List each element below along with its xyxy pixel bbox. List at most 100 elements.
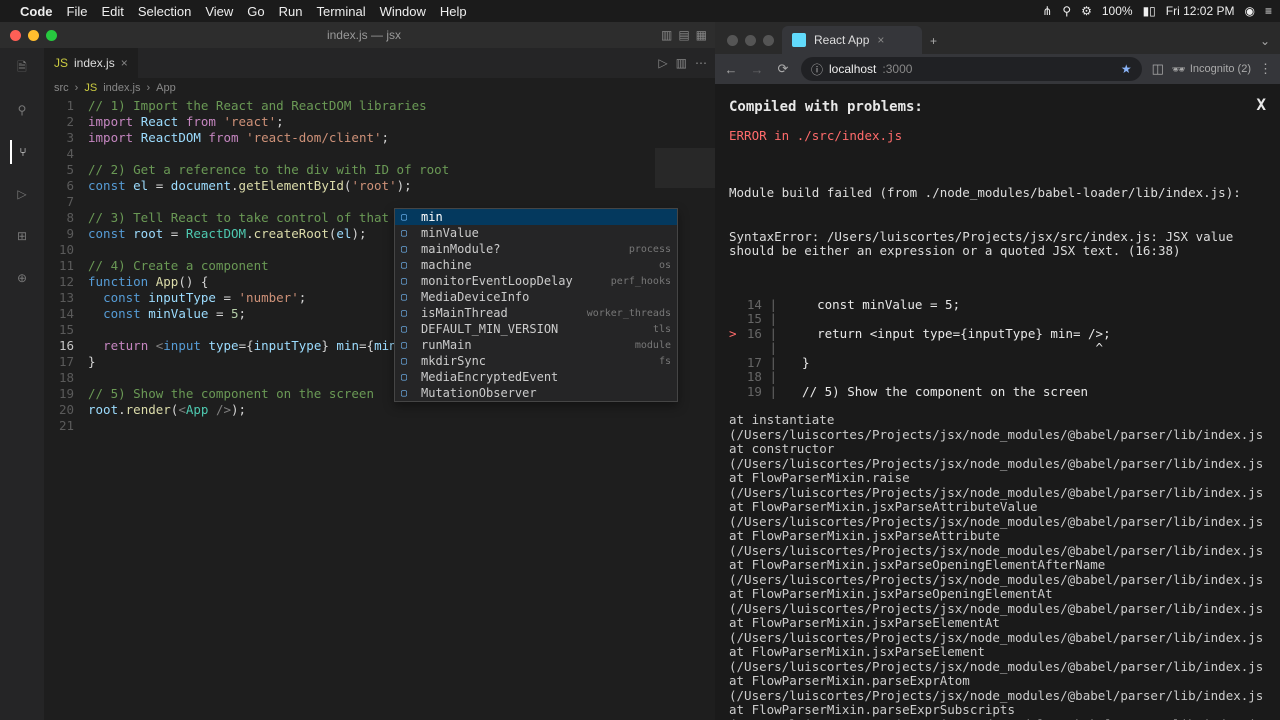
window-close-button[interactable] [10, 30, 21, 41]
react-favicon-icon [792, 33, 806, 47]
code-line[interactable]: 21 [44, 418, 715, 434]
vscode-window-title: index.js — jsx [67, 28, 661, 42]
stack-line: at FlowParserMixin.parseExprAtom [729, 674, 1266, 689]
autocomplete-item[interactable]: ▢mkdirSyncfs [395, 353, 677, 369]
code-line[interactable]: 4 [44, 146, 715, 162]
error-message-1: Module build failed (from ./node_modules… [729, 186, 1266, 201]
bookmark-icon[interactable]: ★ [1121, 62, 1132, 76]
menubar-app-name[interactable]: Code [20, 4, 53, 19]
extensions-icon[interactable]: ◫ [1152, 61, 1164, 77]
new-tab-button[interactable]: + [922, 34, 945, 54]
run-debug-icon[interactable]: ▷ [10, 182, 34, 206]
error-code-frame: 14 | const minValue = 5;15 |>16 | return… [729, 298, 1266, 400]
stack-line: (/Users/luiscortes/Projects/jsx/node_mod… [729, 515, 1266, 530]
stack-line: (/Users/luiscortes/Projects/jsx/node_mod… [729, 544, 1266, 559]
window-close-button[interactable] [727, 35, 738, 46]
breadcrumb[interactable]: src› JS index.js› App [44, 78, 715, 98]
url-path: :3000 [882, 62, 912, 76]
window-zoom-button[interactable] [763, 35, 774, 46]
stack-line: (/Users/luiscortes/Projects/jsx/node_mod… [729, 660, 1266, 675]
menubar-item[interactable]: Run [279, 4, 303, 19]
split-editor-icon[interactable]: ▥ [676, 56, 687, 70]
autocomplete-item[interactable]: ▢runMainmodule [395, 337, 677, 353]
incognito-badge[interactable]: 🕶 Incognito (2) [1172, 63, 1251, 76]
clock[interactable]: Fri 12:02 PM [1166, 4, 1235, 18]
battery-icon: ▮▯ [1143, 4, 1156, 18]
window-minimize-button[interactable] [745, 35, 756, 46]
explorer-icon[interactable]: 🗎 [10, 56, 34, 80]
layout-panel-icon[interactable]: ▥ [661, 28, 672, 42]
code-line[interactable]: 2import React from 'react'; [44, 114, 715, 130]
breadcrumb-segment[interactable]: index.js [103, 82, 140, 94]
code-line[interactable]: 5// 2) Get a reference to the div with I… [44, 162, 715, 178]
autocomplete-item[interactable]: ▢MediaDeviceInfo [395, 289, 677, 305]
code-line[interactable]: 6const el = document.getElementById('roo… [44, 178, 715, 194]
autocomplete-item[interactable]: ▢MediaEncryptedEvent [395, 369, 677, 385]
more-icon[interactable]: ⋯ [695, 56, 707, 70]
run-icon[interactable]: ▷ [658, 56, 667, 70]
code-line[interactable]: 20root.render(<App />); [44, 402, 715, 418]
error-message-2: SyntaxError: /Users/luiscortes/Projects/… [729, 230, 1266, 259]
window-minimize-button[interactable] [28, 30, 39, 41]
autocomplete-item[interactable]: ▢mainModule?process [395, 241, 677, 257]
error-title: Compiled with problems: [729, 100, 1266, 115]
stack-line: at FlowParserMixin.jsxParseElementAt [729, 616, 1266, 631]
stack-line: (/Users/luiscortes/Projects/jsx/node_mod… [729, 631, 1266, 646]
vscode-window: index.js — jsx ▥ ▤ ▦ 🗎 ⚲ ⑂ ▷ ⊞ ⊕ JS in [0, 22, 715, 720]
autocomplete-popup[interactable]: ▢min▢minValue▢mainModule?process▢machine… [394, 208, 678, 402]
menu-icon[interactable]: ⋮ [1259, 61, 1272, 77]
reload-button[interactable]: ⟳ [775, 61, 791, 77]
close-icon[interactable]: X [1256, 98, 1266, 113]
breadcrumb-segment[interactable]: src [54, 82, 69, 94]
layout-right-icon[interactable]: ▦ [696, 28, 707, 42]
macos-menubar: Code File Edit Selection View Go Run Terminal W… [0, 0, 1280, 22]
extensions-icon[interactable]: ⊞ [10, 224, 34, 248]
autocomplete-item[interactable]: ▢monitorEventLoopDelayperf_hooks [395, 273, 677, 289]
autocomplete-item[interactable]: ▢MutationObserver [395, 385, 677, 401]
menubar-item[interactable]: View [205, 4, 233, 19]
code-editor[interactable]: 1// 1) Import the React and ReactDOM lib… [44, 98, 715, 720]
wifi-icon[interactable]: ⋔ [1042, 4, 1052, 18]
spotlight-icon[interactable]: ⚲ [1062, 4, 1071, 18]
menubar-item[interactable]: Help [440, 4, 467, 19]
menubar-item[interactable]: File [67, 4, 88, 19]
autocomplete-item[interactable]: ▢min [395, 209, 677, 225]
editor-area: JS index.js × ▷ ▥ ⋯ src› JS index.js› Ap… [44, 48, 715, 720]
stack-line: at FlowParserMixin.parseExprSubscripts [729, 703, 1266, 718]
code-line[interactable]: 1// 1) Import the React and ReactDOM lib… [44, 98, 715, 114]
code-line[interactable]: 3import ReactDOM from 'react-dom/client'… [44, 130, 715, 146]
menubar-item[interactable]: Edit [101, 4, 123, 19]
address-bar[interactable]: ⓘ localhost:3000 ★ [801, 57, 1142, 81]
control-center-icon[interactable]: ⚙ [1081, 4, 1092, 18]
site-info-icon[interactable]: ⓘ [811, 61, 823, 78]
breadcrumb-segment[interactable]: App [156, 82, 176, 94]
stack-line: at FlowParserMixin.raise [729, 471, 1266, 486]
editor-tab[interactable]: JS index.js × [44, 48, 138, 78]
menubar-item[interactable]: Selection [138, 4, 191, 19]
tab-list-button[interactable]: ⌄ [1250, 34, 1280, 54]
siri-icon[interactable]: ≡ [1265, 4, 1272, 18]
menubar-item[interactable]: Window [380, 4, 426, 19]
back-button[interactable]: ← [723, 62, 739, 77]
remote-icon[interactable]: ⊕ [10, 266, 34, 290]
browser-window: React App × + ⌄ ← → ⟳ ⓘ localhost:3000 ★… [715, 22, 1280, 720]
layout-sidebar-icon[interactable]: ▤ [678, 28, 689, 42]
menubar-item[interactable]: Go [247, 4, 264, 19]
search-icon[interactable]: ⚲ [10, 98, 34, 122]
user-icon[interactable]: ◉ [1245, 4, 1255, 18]
stack-line: (/Users/luiscortes/Projects/jsx/node_mod… [729, 689, 1266, 704]
browser-tab[interactable]: React App × [782, 26, 922, 54]
stack-line: at FlowParserMixin.jsxParseAttribute [729, 529, 1266, 544]
forward-button[interactable]: → [749, 62, 765, 77]
window-zoom-button[interactable] [46, 30, 57, 41]
minimap[interactable] [655, 148, 715, 188]
autocomplete-item[interactable]: ▢machineos [395, 257, 677, 273]
menubar-item[interactable]: Terminal [317, 4, 366, 19]
source-control-icon[interactable]: ⑂ [10, 140, 34, 164]
autocomplete-item[interactable]: ▢DEFAULT_MIN_VERSIONtls [395, 321, 677, 337]
stack-line: at instantiate [729, 413, 1266, 428]
autocomplete-item[interactable]: ▢minValue [395, 225, 677, 241]
close-icon[interactable]: × [121, 56, 128, 70]
autocomplete-item[interactable]: ▢isMainThreadworker_threads [395, 305, 677, 321]
close-icon[interactable]: × [877, 33, 884, 47]
